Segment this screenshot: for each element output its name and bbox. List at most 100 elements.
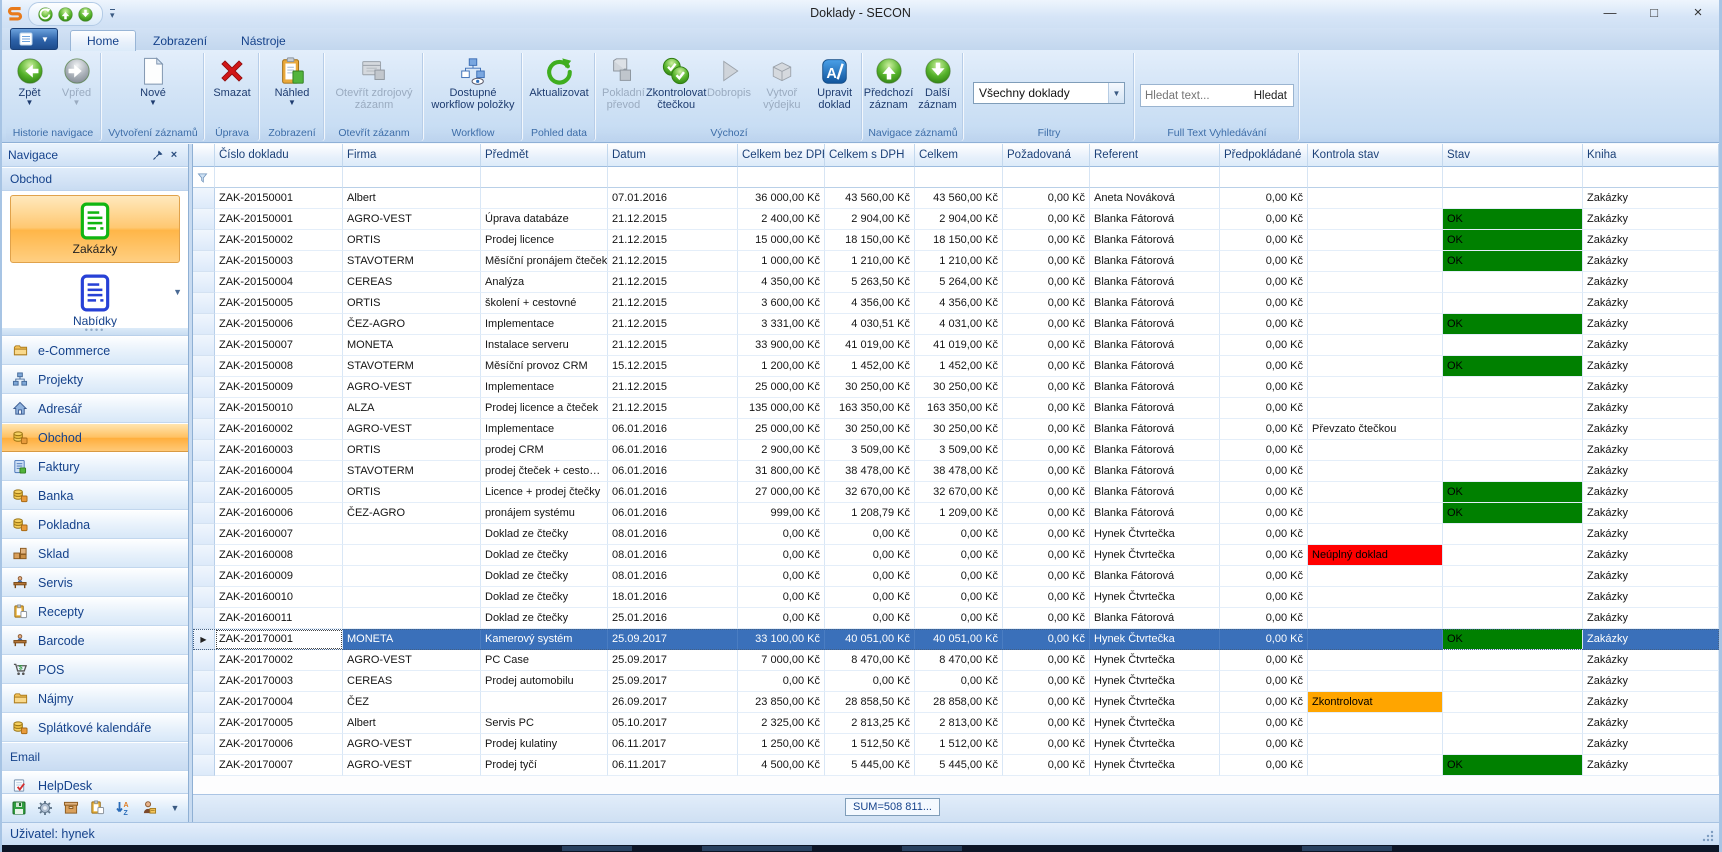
minimize-button[interactable]: —	[1595, 3, 1625, 23]
sidebar-item-servis[interactable]: Servis	[2, 568, 188, 597]
cell-doc[interactable]: ZAK-20170001	[215, 629, 343, 650]
column-header-stav[interactable]: Stav	[1443, 144, 1583, 167]
cell-firma[interactable]: ALZA	[343, 398, 481, 419]
cell-predpokladane[interactable]: 0,00 Kč	[1220, 272, 1308, 293]
tab-zobrazeni[interactable]: Zobrazení	[136, 30, 224, 51]
cell-celkem[interactable]: 3 509,00 Kč	[915, 440, 1003, 461]
cell-s_dph[interactable]: 41 019,00 Kč	[825, 335, 915, 356]
table-row[interactable]: ZAK-20150004CEREASAnalýza21.12.20154 350…	[193, 272, 1719, 293]
cell-kontrola[interactable]	[1308, 293, 1443, 314]
cell-doc[interactable]: ZAK-20160005	[215, 482, 343, 503]
cell-datum[interactable]: 18.01.2016	[608, 587, 738, 608]
cell-pozadovana[interactable]: 0,00 Kč	[1003, 209, 1090, 230]
tab-home[interactable]: Home	[70, 30, 136, 51]
cell-kontrola[interactable]	[1308, 566, 1443, 587]
table-row[interactable]: ZAK-20160010 Doklad ze čtečky18.01.2016 0,…	[193, 587, 1719, 608]
pin-icon[interactable]	[150, 149, 166, 161]
cell-stav[interactable]	[1443, 335, 1583, 356]
user-icon[interactable]	[141, 800, 158, 816]
cell-kniha[interactable]: Zakázky	[1583, 587, 1719, 608]
cell-celkem[interactable]: 5 445,00 Kč	[915, 755, 1003, 776]
cell-predpokladane[interactable]: 0,00 Kč	[1220, 251, 1308, 272]
table-row[interactable]: ZAK-20170004ČEZ26.09.201723 850,00 Kč28 …	[193, 692, 1719, 713]
cell-s_dph[interactable]: 0,00 Kč	[825, 587, 915, 608]
cell-doc[interactable]: ZAK-20170004	[215, 692, 343, 713]
cell-predpokladane[interactable]: 0,00 Kč	[1220, 440, 1308, 461]
cell-predmet[interactable]: Doklad ze čtečky	[481, 587, 608, 608]
cell-bez_dph[interactable]: 0,00 Kč	[738, 566, 825, 587]
cell-bez_dph[interactable]: 135 000,00 Kč	[738, 398, 825, 419]
cell-doc[interactable]: ZAK-20170006	[215, 734, 343, 755]
cell-predmet[interactable]: PC Case	[481, 650, 608, 671]
cell-s_dph[interactable]: 0,00 Kč	[825, 524, 915, 545]
table-row[interactable]: ZAK-20150001AGRO-VESTÚprava databáze21.1…	[193, 209, 1719, 230]
cell-referent[interactable]: Blanka Fátorová	[1090, 209, 1220, 230]
cell-predpokladane[interactable]: 0,00 Kč	[1220, 461, 1308, 482]
cell-kniha[interactable]: Zakázky	[1583, 503, 1719, 524]
cell-firma[interactable]: AGRO-VEST	[343, 419, 481, 440]
cell-predpokladane[interactable]: 0,00 Kč	[1220, 629, 1308, 650]
sort-az-icon[interactable]: AZ	[115, 800, 132, 816]
sidebar-tile-zakazky[interactable]: Zakázky	[10, 195, 180, 263]
cell-pozadovana[interactable]: 0,00 Kč	[1003, 755, 1090, 776]
sidebar-item-projekty[interactable]: Projekty	[2, 365, 188, 394]
cell-doc[interactable]: ZAK-20150008	[215, 356, 343, 377]
column-header-kontrola-stav[interactable]: Kontrola stav	[1308, 144, 1443, 167]
cell-celkem[interactable]: 41 019,00 Kč	[915, 335, 1003, 356]
cell-bez_dph[interactable]: 4 350,00 Kč	[738, 272, 825, 293]
cell-doc[interactable]: ZAK-20150005	[215, 293, 343, 314]
cell-kontrola[interactable]	[1308, 650, 1443, 671]
cell-bez_dph[interactable]: 36 000,00 Kč	[738, 188, 825, 209]
cell-kniha[interactable]: Zakázky	[1583, 482, 1719, 503]
cell-kontrola[interactable]	[1308, 461, 1443, 482]
cell-s_dph[interactable]: 2 904,00 Kč	[825, 209, 915, 230]
cell-doc[interactable]: ZAK-20160010	[215, 587, 343, 608]
cell-predmet[interactable]: Implementace	[481, 419, 608, 440]
cell-predpokladane[interactable]: 0,00 Kč	[1220, 482, 1308, 503]
cell-predmet[interactable]: prodej CRM	[481, 440, 608, 461]
cell-kniha[interactable]: Zakázky	[1583, 692, 1719, 713]
application-menu-button[interactable]: ▼	[10, 28, 58, 50]
table-row[interactable]: ▶ZAK-20170001MONETAKamerový systém25.09.…	[193, 629, 1719, 650]
cell-pozadovana[interactable]: 0,00 Kč	[1003, 335, 1090, 356]
maximize-button[interactable]: □	[1639, 3, 1669, 23]
cell-bez_dph[interactable]: 1 200,00 Kč	[738, 356, 825, 377]
cell-pozadovana[interactable]: 0,00 Kč	[1003, 608, 1090, 629]
table-row[interactable]: ZAK-20150006ČEZ-AGROImplementace21.12.20…	[193, 314, 1719, 335]
cell-pozadovana[interactable]: 0,00 Kč	[1003, 377, 1090, 398]
cell-bez_dph[interactable]: 3 331,00 Kč	[738, 314, 825, 335]
close-icon[interactable]: ×	[166, 149, 182, 161]
cell-bez_dph[interactable]: 15 000,00 Kč	[738, 230, 825, 251]
filter-cell-pozadovana[interactable]	[1003, 167, 1090, 188]
smazat-button[interactable]: Smazat	[206, 54, 258, 100]
cell-kniha[interactable]: Zakázky	[1583, 272, 1719, 293]
search-button[interactable]: Hledat	[1248, 90, 1293, 102]
cell-bez_dph[interactable]: 27 000,00 Kč	[738, 482, 825, 503]
column-header-kniha[interactable]: Kniha	[1583, 144, 1719, 167]
filter-cell-celkem-bez-dph[interactable]	[738, 167, 825, 188]
cell-kniha[interactable]: Zakázky	[1583, 419, 1719, 440]
filter-cell-cislo-dokladu[interactable]	[215, 167, 343, 188]
cell-referent[interactable]: Blanka Fátorová	[1090, 335, 1220, 356]
cell-bez_dph[interactable]: 2 900,00 Kč	[738, 440, 825, 461]
cell-kniha[interactable]: Zakázky	[1583, 566, 1719, 587]
cell-firma[interactable]: CEREAS	[343, 671, 481, 692]
cell-stav[interactable]	[1443, 419, 1583, 440]
column-header-firma[interactable]: Firma	[343, 144, 481, 167]
cell-pozadovana[interactable]: 0,00 Kč	[1003, 398, 1090, 419]
cell-firma[interactable]: STAVOTERM	[343, 461, 481, 482]
cell-celkem[interactable]: 0,00 Kč	[915, 587, 1003, 608]
clipboard-icon[interactable]	[89, 800, 106, 816]
cell-predpokladane[interactable]: 0,00 Kč	[1220, 377, 1308, 398]
table-row[interactable]: ZAK-20150009AGRO-VESTImplementace21.12.2…	[193, 377, 1719, 398]
cell-kontrola[interactable]	[1308, 587, 1443, 608]
sidebar-item-splatkove-kalendare[interactable]: Splátkové kalendáře	[2, 713, 188, 742]
cell-predmet[interactable]: Instalace serveru	[481, 335, 608, 356]
cell-celkem[interactable]: 4 031,00 Kč	[915, 314, 1003, 335]
cell-kniha[interactable]: Zakázky	[1583, 377, 1719, 398]
cell-referent[interactable]: Blanka Fátorová	[1090, 482, 1220, 503]
cell-predpokladane[interactable]: 0,00 Kč	[1220, 230, 1308, 251]
cell-predmet[interactable]: prodej čteček + cesto…	[481, 461, 608, 482]
cell-bez_dph[interactable]: 23 850,00 Kč	[738, 692, 825, 713]
sidebar-item-helpdesk[interactable]: HelpDesk	[2, 771, 188, 793]
